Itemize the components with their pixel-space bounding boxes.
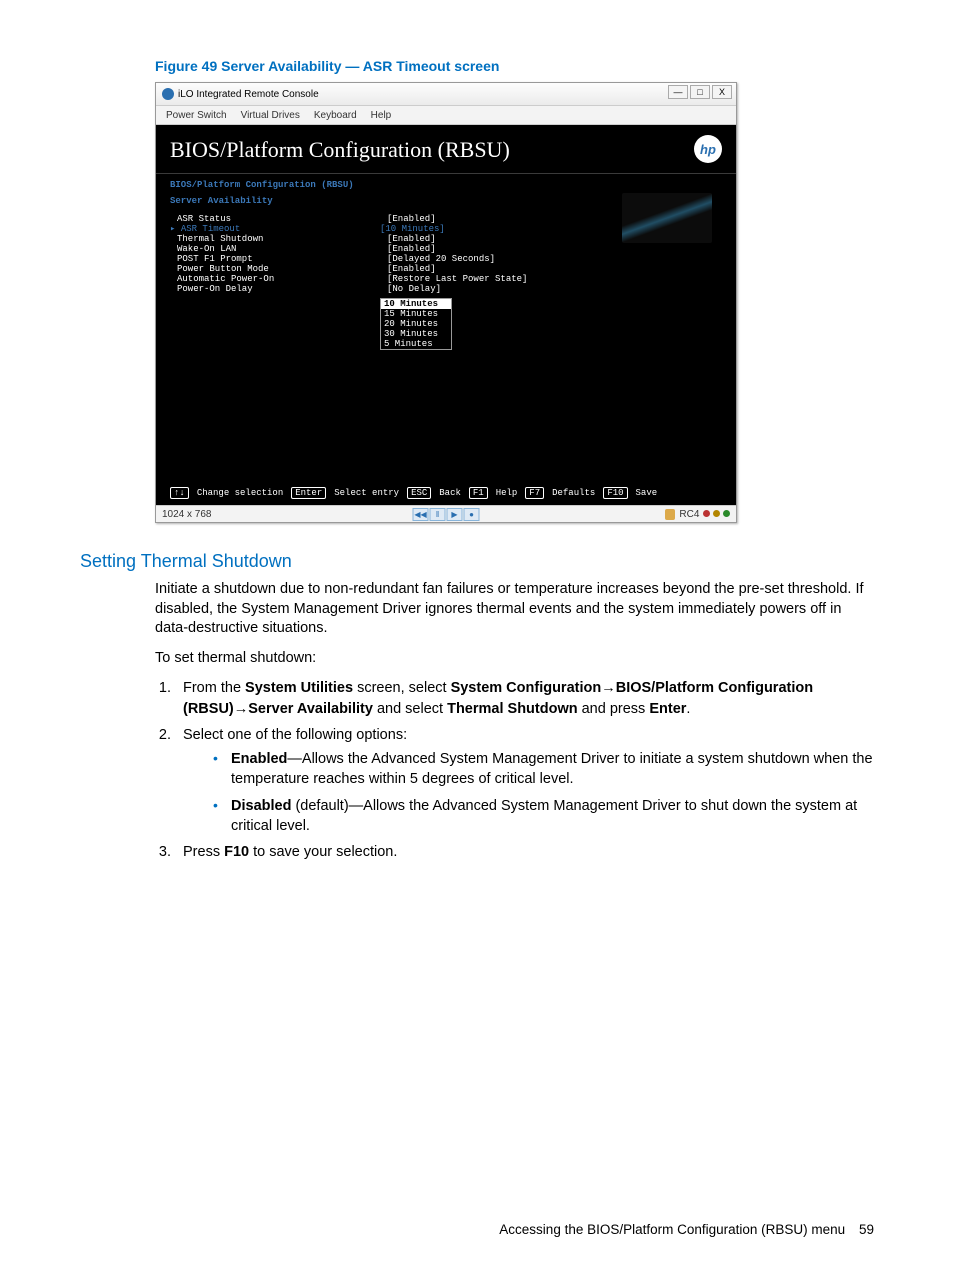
dropdown-option[interactable]: 30 Minutes (381, 329, 451, 339)
window-menubar: Power Switch Virtual Drives Keyboard Hel… (156, 106, 736, 125)
bios-title: BIOS/Platform Configuration (RBSU) (170, 137, 510, 162)
hp-logo: hp (694, 135, 722, 163)
step-3: Press F10 to save your selection. (175, 842, 874, 862)
key-f10: F10 (603, 487, 627, 499)
bios-screen: BIOS/Platform Configuration (RBSU) hp BI… (156, 125, 736, 505)
key-esc: ESC (407, 487, 431, 499)
asr-timeout-dropdown[interactable]: 10 Minutes 15 Minutes 20 Minutes 30 Minu… (380, 298, 452, 350)
setting-label-selected[interactable]: ▸ ASR Timeout (170, 224, 380, 234)
status-dot (713, 510, 720, 517)
key-enter-label: Select entry (334, 488, 399, 498)
dropdown-option[interactable]: 15 Minutes (381, 309, 451, 319)
option-disabled: Disabled (default)—Allows the Advanced S… (213, 796, 874, 837)
window-titlebar: iLO Integrated Remote Console — □ X (156, 83, 736, 106)
window-minimize-button[interactable]: — (668, 85, 688, 99)
server-image (622, 193, 712, 243)
key-f10-label: Save (636, 488, 658, 498)
media-pause-button[interactable]: ‖ (430, 508, 446, 521)
setting-label: Power-On Delay (170, 284, 387, 294)
window-maximize-button[interactable]: □ (690, 85, 710, 99)
lead-paragraph: To set thermal shutdown: (155, 649, 874, 669)
key-f1-label: Help (496, 488, 518, 498)
ilo-icon (162, 88, 174, 100)
section-heading: Setting Thermal Shutdown (80, 551, 874, 572)
option-enabled: Enabled—Allows the Advanced System Manag… (213, 749, 874, 790)
bios-keybar: ↑↓ Change selection Enter Select entry ESC… (156, 487, 736, 499)
media-record-button[interactable]: ● (464, 508, 480, 521)
key-arrows: ↑↓ (170, 487, 189, 499)
setting-value: [Enabled] (387, 234, 436, 244)
footer-text: Accessing the BIOS/Platform Configuratio… (499, 1222, 845, 1237)
status-dots (703, 509, 730, 520)
rc-text: RC4 (679, 509, 699, 520)
dropdown-option[interactable]: 5 Minutes (381, 339, 451, 349)
menu-virtual-drives[interactable]: Virtual Drives (241, 110, 300, 121)
setting-label: POST F1 Prompt (170, 254, 387, 264)
menu-help[interactable]: Help (371, 110, 392, 121)
lock-icon (665, 509, 675, 520)
window-title: iLO Integrated Remote Console (178, 89, 319, 100)
setting-value: [Delayed 20 Seconds] (387, 254, 495, 264)
setting-value: [Restore Last Power State] (387, 274, 527, 284)
key-f7: F7 (525, 487, 544, 499)
media-play-button[interactable]: ▶ (447, 508, 463, 521)
setting-value: [Enabled] (387, 244, 436, 254)
figure-caption: Figure 49 Server Availability — ASR Time… (155, 58, 874, 74)
bios-breadcrumb-1: BIOS/Platform Configuration (RBSU) (170, 180, 722, 190)
setting-label: Wake-On LAN (170, 244, 387, 254)
menu-power-switch[interactable]: Power Switch (166, 110, 227, 121)
step-1: From the System Utilities screen, select… (175, 678, 874, 719)
setting-label: Power Button Mode (170, 264, 387, 274)
steps-list: From the System Utilities screen, select… (155, 678, 874, 862)
dropdown-option[interactable]: 20 Minutes (381, 319, 451, 329)
menu-keyboard[interactable]: Keyboard (314, 110, 357, 121)
key-f1: F1 (469, 487, 488, 499)
media-rewind-button[interactable]: ◀◀ (413, 508, 429, 521)
key-enter: Enter (291, 487, 326, 499)
step-2: Select one of the following options: Ena… (175, 725, 874, 836)
ilo-console-window: iLO Integrated Remote Console — □ X Powe… (155, 82, 737, 523)
intro-paragraph: Initiate a shutdown due to non-redundant… (155, 580, 874, 639)
window-close-button[interactable]: X (712, 85, 732, 99)
key-esc-label: Back (439, 488, 461, 498)
page-number: 59 (859, 1222, 874, 1237)
status-bar: 1024 x 768 ◀◀ ‖ ▶ ● RC4 (156, 505, 736, 522)
setting-label: ASR Status (170, 214, 387, 224)
setting-label: Automatic Power-On (170, 274, 387, 284)
bios-header: BIOS/Platform Configuration (RBSU) hp (156, 125, 736, 174)
media-controls: ◀◀ ‖ ▶ ● (413, 508, 480, 521)
key-f7-label: Defaults (552, 488, 595, 498)
dropdown-option[interactable]: 10 Minutes (381, 299, 451, 309)
setting-value: [Enabled] (387, 264, 436, 274)
setting-value-selected[interactable]: [10 Minutes] (380, 224, 445, 234)
key-arrows-label: Change selection (197, 488, 283, 498)
setting-label: Thermal Shutdown (170, 234, 387, 244)
setting-value: [No Delay] (387, 284, 441, 294)
setting-value: [Enabled] (387, 214, 436, 224)
resolution-text: 1024 x 768 (162, 509, 212, 520)
page-footer: Accessing the BIOS/Platform Configuratio… (499, 1222, 874, 1237)
status-dot (723, 510, 730, 517)
status-dot (703, 510, 710, 517)
